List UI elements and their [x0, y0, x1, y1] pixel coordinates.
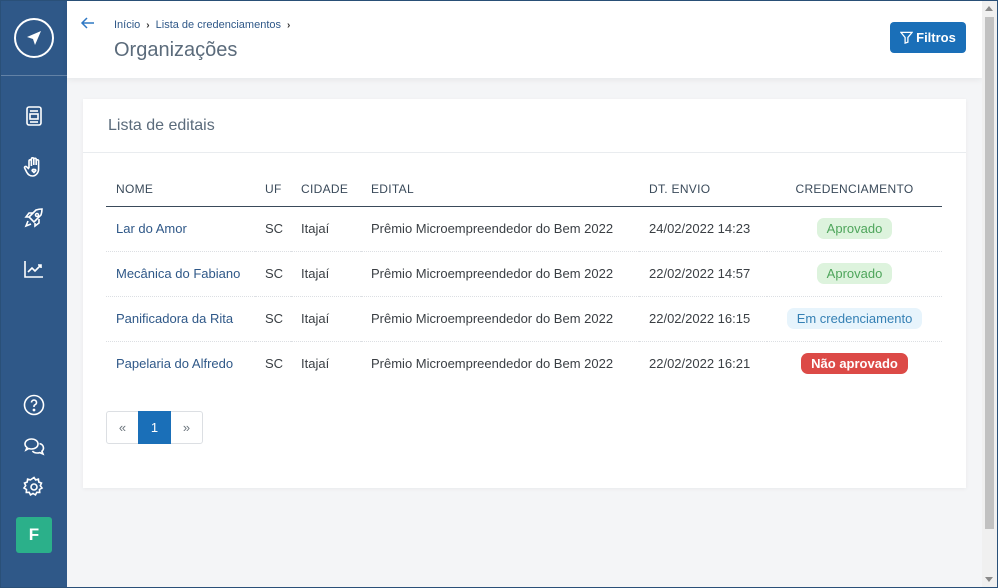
column-header-edital[interactable]: EDITAL — [361, 172, 639, 207]
status-badge: Em credenciamento — [786, 308, 923, 329]
row-name-link[interactable]: Panificadora da Rita — [106, 296, 255, 342]
row-name-link[interactable]: Mecânica do Fabiano — [106, 251, 255, 297]
row-status-cell: Em credenciamento — [767, 296, 942, 342]
row-uf: SC — [255, 296, 291, 342]
scroll-up-arrow-icon[interactable] — [985, 6, 993, 11]
row-edital: Prêmio Microempreendedor do Bem 2022 — [361, 296, 639, 342]
breadcrumb-separator: › — [287, 19, 291, 31]
sidebar-item-help[interactable] — [1, 384, 67, 425]
pagination-page-current[interactable]: 1 — [138, 411, 171, 444]
back-arrow-icon[interactable] — [80, 15, 96, 31]
pagination: « 1 » — [106, 411, 203, 444]
row-cidade: Itajaí — [291, 296, 361, 342]
table-row[interactable]: Mecânica do Fabiano SC Itajaí Prêmio Mic… — [106, 251, 942, 297]
chat-icon — [24, 437, 45, 456]
column-header-dt-envio[interactable]: DT. ENVIO — [639, 172, 767, 207]
row-dt-envio: 24/02/2022 14:23 — [639, 206, 767, 252]
column-header-cidade[interactable]: CIDADE — [291, 172, 361, 207]
row-name-link[interactable]: Lar do Amor — [106, 206, 255, 252]
row-uf: SC — [265, 356, 284, 372]
page-title: Organizações — [114, 39, 238, 61]
row-edital: Prêmio Microempreendedor do Bem 2022 — [361, 251, 639, 297]
compass-logo-icon[interactable] — [14, 18, 54, 58]
card-title: Lista de editais — [108, 116, 215, 134]
row-dt-envio: 22/02/2022 16:21 — [649, 356, 751, 372]
filter-icon — [900, 31, 914, 44]
gear-icon — [22, 475, 44, 496]
row-dt-envio: 22/02/2022 14:57 — [639, 251, 767, 297]
row-status-cell: Aprovado — [767, 251, 942, 297]
status-badge: Aprovado — [816, 263, 893, 284]
row-uf: SC — [255, 251, 291, 297]
sidebar-item-volunteering[interactable] — [1, 141, 67, 192]
status-badge: Aprovado — [816, 218, 893, 239]
hand-heart-icon — [23, 156, 40, 177]
rocket-icon — [24, 207, 43, 228]
breadcrumb-list-link[interactable]: Lista de credenciamentos — [156, 19, 281, 31]
row-uf: SC — [255, 206, 291, 252]
column-header-credenciamento[interactable]: CREDENCIAMENTO — [767, 172, 942, 207]
scroll-down-arrow-icon[interactable] — [985, 577, 993, 582]
row-cidade: Itajaí — [291, 206, 361, 252]
logo-area — [1, 1, 67, 76]
editais-card: Lista de editais NOME UF CIDADE EDITAL D… — [83, 99, 966, 488]
row-cidade: Itajaí — [301, 356, 330, 372]
card-header: Lista de editais — [83, 99, 966, 153]
table-header-row: NOME UF CIDADE EDITAL DT. ENVIO CREDENCI… — [106, 172, 942, 207]
scrollbar-thumb[interactable] — [985, 17, 994, 529]
help-icon — [23, 394, 45, 415]
sidebar-item-projects[interactable] — [1, 192, 67, 243]
row-status-cell: Não aprovado — [767, 341, 942, 386]
row-cidade: Itajaí — [291, 251, 361, 297]
table-row[interactable]: Papelaria do Alfredo SC Itajaí Prêmio Mi… — [106, 341, 942, 386]
document-icon — [26, 105, 42, 126]
breadcrumb: Início › Lista de credenciamentos › — [114, 19, 296, 31]
sidebar: F — [1, 1, 67, 587]
filter-button[interactable]: Filtros — [890, 22, 966, 53]
page-scrollbar[interactable] — [982, 1, 997, 587]
sidebar-item-settings[interactable] — [1, 466, 67, 507]
breadcrumb-home-link[interactable]: Início — [114, 19, 140, 31]
sidebar-item-documents[interactable] — [1, 90, 67, 141]
column-header-nome[interactable]: NOME — [106, 172, 255, 207]
editais-table: NOME UF CIDADE EDITAL DT. ENVIO CREDENCI… — [106, 172, 942, 386]
column-header-uf[interactable]: UF — [255, 172, 291, 207]
page-header: Início › Lista de credenciamentos › Orga… — [67, 1, 982, 78]
filter-button-label: Filtros — [916, 30, 956, 45]
pagination-prev[interactable]: « — [106, 411, 139, 444]
sidebar-item-reports[interactable] — [1, 243, 67, 294]
status-badge: Não aprovado — [801, 353, 908, 375]
chart-icon — [24, 260, 43, 278]
pagination-next[interactable]: » — [170, 411, 203, 444]
table-row[interactable]: Lar do Amor SC Itajaí Prêmio Microempree… — [106, 206, 942, 252]
row-dt-envio: 22/02/2022 16:15 — [639, 296, 767, 342]
breadcrumb-separator: › — [146, 19, 150, 31]
row-status-cell: Aprovado — [767, 206, 942, 252]
row-name-link[interactable]: Papelaria do Alfredo — [106, 341, 255, 386]
row-edital: Prêmio Microempreendedor do Bem 2022 — [361, 206, 639, 252]
sidebar-item-chat[interactable] — [1, 425, 67, 466]
row-edital: Prêmio Microempreendedor do Bem 2022 — [371, 356, 614, 372]
table-row[interactable]: Panificadora da Rita SC Itajaí Prêmio Mi… — [106, 296, 942, 342]
avatar[interactable]: F — [16, 517, 52, 553]
